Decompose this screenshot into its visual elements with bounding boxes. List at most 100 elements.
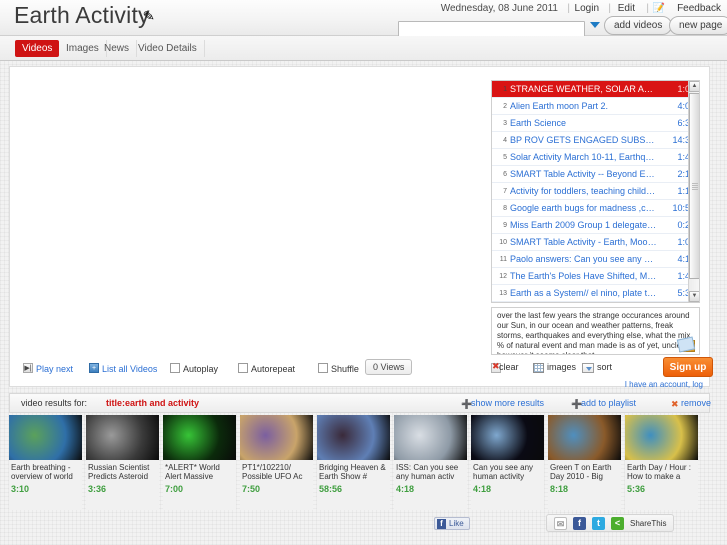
playlist-item-title[interactable]: Earth as a System// el nino, plate tecto… xyxy=(510,285,658,302)
video-result-card[interactable]: Earth Day / Hour : How to make a 5:36 xyxy=(625,415,698,510)
playlist-item[interactable]: 11Paolo answers: Can you see any humai..… xyxy=(492,251,699,268)
list-all-videos-button[interactable]: List all Videos xyxy=(102,364,157,374)
sign-up-button[interactable]: Sign up xyxy=(663,357,713,377)
video-description[interactable]: over the last few years the strange occu… xyxy=(491,307,700,355)
remove-button[interactable]: remove xyxy=(681,398,711,408)
video-thumbnail[interactable] xyxy=(86,415,159,460)
video-result-card[interactable]: ISS: Can you see any human activ 4:18 xyxy=(394,415,467,510)
twitter-icon[interactable]: t xyxy=(592,516,605,530)
video-result-title[interactable]: *ALERT* World Alert Massive xyxy=(163,460,236,482)
playlist-item[interactable]: 10SMART Table Activity - Earth, Moon, Su… xyxy=(492,234,699,251)
playlist-item-title[interactable]: Solar Activity March 10-11, Earthquake .… xyxy=(510,149,658,166)
shuffle-label[interactable]: Shuffle xyxy=(331,364,359,374)
video-thumbnail[interactable] xyxy=(317,415,390,460)
images-button[interactable]: images xyxy=(547,362,576,372)
playlist-item-title[interactable]: SMART Table Activity -- Beyond Earth xyxy=(510,166,658,183)
video-result-title[interactable]: PT1*/102210/ Possible UFO Ac xyxy=(240,460,313,482)
shuffle-checkbox[interactable] xyxy=(318,363,328,373)
video-result-card[interactable]: PT1*/102210/ Possible UFO Ac 7:50 xyxy=(240,415,313,510)
scrollbar-thumb[interactable] xyxy=(689,93,699,279)
play-next-icon[interactable]: ▶| xyxy=(23,363,33,373)
playlist-item-title[interactable]: Alien Earth moon Part 2. xyxy=(510,98,658,115)
facebook-like-button[interactable]: Like xyxy=(434,517,470,530)
video-result-title[interactable]: ISS: Can you see any human activ xyxy=(394,460,467,482)
playlist-item-title[interactable]: Miss Earth 2009 Group 1 delegates Nes... xyxy=(510,217,658,234)
video-result-card[interactable]: Green T on Earth Day 2010 - Big 8:18 xyxy=(548,415,621,510)
playlist-item[interactable]: 12The Earth's Poles Have Shifted, Massiv… xyxy=(492,268,699,285)
autoplay-label[interactable]: Autoplay xyxy=(183,364,218,374)
share-this-label[interactable]: ShareThis xyxy=(630,519,666,528)
remove-x-icon[interactable]: ✖ xyxy=(671,399,679,410)
video-result-title[interactable]: Earth breathing - overview of world xyxy=(9,460,82,482)
playlist-item[interactable]: 5Solar Activity March 10-11, Earthquake … xyxy=(492,149,699,166)
video-thumbnail[interactable] xyxy=(240,415,313,460)
autorepeat-label[interactable]: Autorepeat xyxy=(251,364,295,374)
images-grid-icon[interactable] xyxy=(533,363,544,373)
video-result-title[interactable]: Bridging Heaven & Earth Show # xyxy=(317,460,390,482)
playlist-item[interactable]: 6 SMART Table Activity -- Beyond Earth 2:1… xyxy=(492,166,699,183)
autoplay-checkbox[interactable] xyxy=(170,363,180,373)
playlist-item-title[interactable]: Earth Science xyxy=(510,115,658,132)
search-input[interactable] xyxy=(398,20,585,37)
playlist-item[interactable]: 1STRANGE WEATHER, SOLAR ACTIVIT...1:06 xyxy=(492,81,699,98)
playlist-item[interactable]: 2 Alien Earth moon Part 2. 4:01 xyxy=(492,98,699,115)
add-to-playlist-button[interactable]: add to playlist xyxy=(581,398,636,408)
playlist-item-title[interactable]: Activity for toddlers, teaching children… xyxy=(510,183,658,200)
sharethis-icon[interactable]: < xyxy=(611,516,624,530)
video-result-title[interactable]: Earth Day / Hour : How to make a xyxy=(625,460,698,482)
scroll-down-icon[interactable]: ▼ xyxy=(689,291,699,302)
video-thumbnail[interactable] xyxy=(625,415,698,460)
video-result-title[interactable]: Russian Scientist Predicts Asteroid xyxy=(86,460,159,482)
search-box[interactable] xyxy=(398,18,585,37)
video-playlist[interactable]: 1STRANGE WEATHER, SOLAR ACTIVIT...1:062A… xyxy=(491,80,700,303)
feedback-icon[interactable]: 📝 xyxy=(653,3,665,14)
video-thumbnail[interactable] xyxy=(548,415,621,460)
playlist-item-title[interactable]: SMART Table Activity - Earth, Moon, Su..… xyxy=(510,234,658,251)
video-result-card[interactable]: Can you see any human activity 4:18 xyxy=(471,415,544,510)
play-next-button[interactable]: Play next xyxy=(36,364,73,374)
video-result-card[interactable]: Russian Scientist Predicts Asteroid 3:36 xyxy=(86,415,159,510)
new-page-button[interactable]: new page xyxy=(669,16,727,35)
video-thumbnail[interactable] xyxy=(163,415,236,460)
pencil-icon[interactable]: ✎ xyxy=(142,7,156,25)
playlist-item[interactable]: 8Google earth bugs for madness ,covere..… xyxy=(492,200,699,217)
edit-link[interactable]: Edit xyxy=(618,3,635,14)
playlist-item-title[interactable]: STRANGE WEATHER, SOLAR ACTIVIT... xyxy=(510,81,658,98)
playlist-item[interactable]: 4BP ROV GETS ENGAGED SUBSEA witl...14:31 xyxy=(492,132,699,149)
playlist-item-title[interactable]: Google earth bugs for madness ,covere... xyxy=(510,200,658,217)
scroll-up-icon[interactable]: ▲ xyxy=(689,81,699,92)
video-result-card[interactable]: Earth breathing - overview of world 3:10 xyxy=(9,415,82,510)
envelope-icon[interactable] xyxy=(679,340,695,352)
sort-icon[interactable] xyxy=(582,363,594,373)
login-link[interactable]: Login xyxy=(575,3,599,14)
playlist-scrollbar[interactable]: ▲ ▼ xyxy=(688,81,699,302)
video-thumbnail[interactable] xyxy=(9,415,82,460)
playlist-item[interactable]: 13 Earth as a System// el nino, plate tec… xyxy=(492,285,699,302)
sort-button[interactable]: sort xyxy=(597,362,612,372)
video-result-duration: 58:56 xyxy=(319,484,343,494)
list-all-videos-icon[interactable]: + xyxy=(89,363,99,373)
video-result-card[interactable]: Bridging Heaven & Earth Show # 58:56 xyxy=(317,415,390,510)
feedback-link[interactable]: Feedback xyxy=(677,3,721,14)
playlist-item-title[interactable]: The Earth's Poles Have Shifted, Massive.… xyxy=(510,268,658,285)
tab-videos[interactable]: Videos xyxy=(15,40,60,57)
show-more-results-button[interactable]: show more results xyxy=(471,398,544,408)
video-thumbnail[interactable] xyxy=(394,415,467,460)
video-result-title[interactable]: Green T on Earth Day 2010 - Big xyxy=(548,460,621,482)
tab-video-details[interactable]: Video Details xyxy=(131,40,205,57)
video-thumbnail[interactable] xyxy=(471,415,544,460)
video-result-card[interactable]: *ALERT* World Alert Massive 7:00 xyxy=(163,415,236,510)
video-result-title[interactable]: Can you see any human activity xyxy=(471,460,544,482)
have-account-link[interactable]: I have an account, log xyxy=(625,380,703,389)
playlist-item[interactable]: 7 Activity for toddlers, teaching childre… xyxy=(492,183,699,200)
playlist-item-title[interactable]: Paolo answers: Can you see any humai... xyxy=(510,251,658,268)
chevron-down-icon[interactable] xyxy=(590,22,600,28)
playlist-item[interactable]: 3 Earth Science 6:37 xyxy=(492,115,699,132)
mail-icon[interactable]: ✉ xyxy=(554,516,567,530)
facebook-icon[interactable]: f xyxy=(573,516,586,530)
playlist-item[interactable]: 9Miss Earth 2009 Group 1 delegates Nes..… xyxy=(492,217,699,234)
clear-button[interactable]: clear xyxy=(499,362,519,372)
add-videos-button[interactable]: add videos xyxy=(604,16,673,35)
autorepeat-checkbox[interactable] xyxy=(238,363,248,373)
playlist-item-title[interactable]: BP ROV GETS ENGAGED SUBSEA witl... xyxy=(510,132,658,149)
